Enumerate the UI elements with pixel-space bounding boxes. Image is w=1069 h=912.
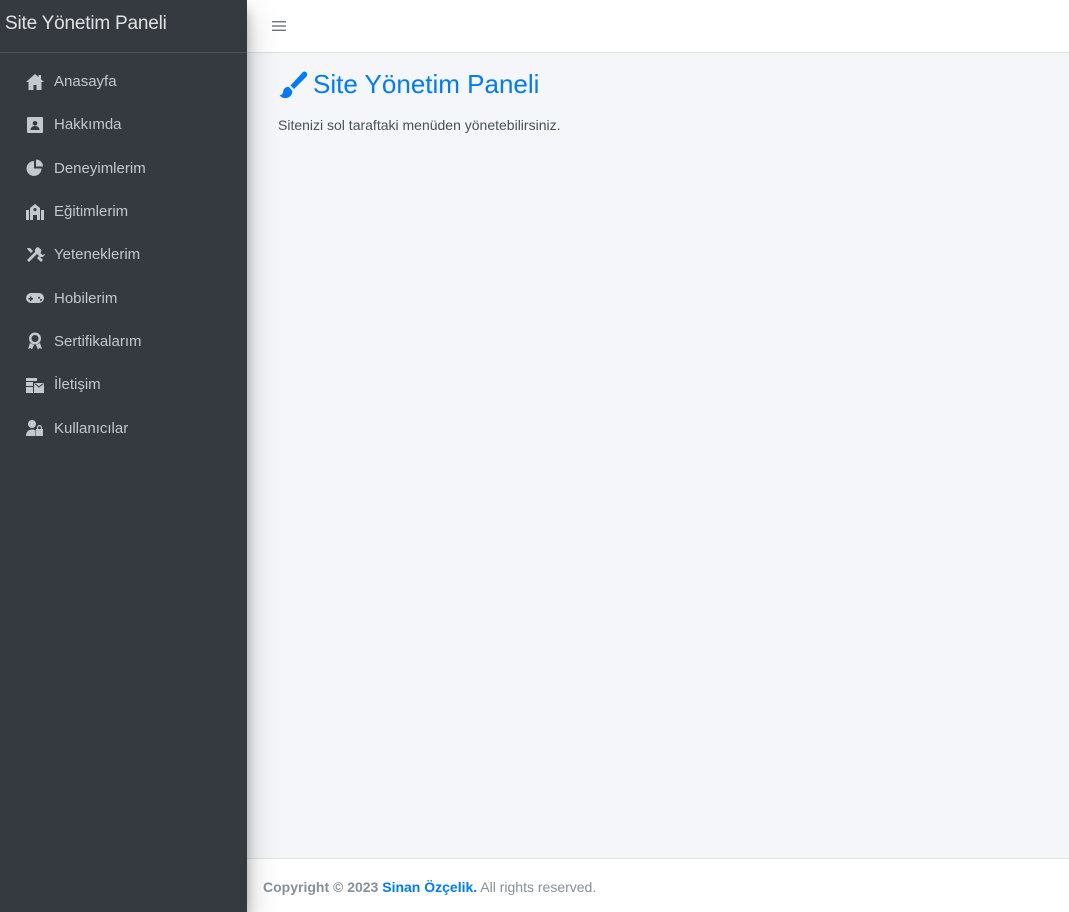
copyright-text: Copyright © 2023 (263, 879, 379, 895)
footer: Copyright © 2023 Sinan Özçelik. All righ… (247, 858, 1069, 912)
home-icon (24, 73, 46, 91)
sidebar-item-kullanicilar[interactable]: Kullanıcılar (0, 406, 247, 449)
mail-bulk-icon (24, 376, 46, 394)
sidebar-item-label: Hakkımda (54, 116, 122, 134)
bars-icon (272, 21, 286, 31)
sidebar-item-label: Sertifikalarım (54, 332, 142, 350)
sidebar-item-label: Kullanıcılar (54, 419, 129, 437)
sidebar-item-label: Anasayfa (54, 73, 117, 91)
rights-text: All rights reserved. (480, 879, 597, 895)
gamepad-icon (24, 289, 46, 307)
tools-icon (24, 246, 46, 264)
sidebar-nav: Anasayfa Hakkımda Deneyimlerim Eğitimler… (0, 53, 247, 450)
sidebar-item-hobilerim[interactable]: Hobilerim (0, 276, 247, 319)
sidebar-item-yeteneklerim[interactable]: Yeteneklerim (0, 233, 247, 276)
page-title: Site Yönetim Paneli (278, 69, 1038, 100)
author-link[interactable]: Sinan Özçelik. (382, 879, 477, 895)
menu-toggle-button[interactable] (267, 14, 291, 38)
sidebar-item-label: Eğitimlerim (54, 203, 129, 221)
paint-brush-icon (278, 70, 308, 100)
sidebar-item-hakkimda[interactable]: Hakkımda (0, 103, 247, 146)
sidebar-item-label: Deneyimlerim (54, 159, 146, 177)
chart-pie-icon (24, 159, 46, 177)
award-icon (24, 332, 46, 350)
sidebar-item-label: Yeteneklerim (54, 246, 141, 264)
sidebar-item-deneyimlerim[interactable]: Deneyimlerim (0, 147, 247, 190)
sidebar-item-label: Hobilerim (54, 289, 118, 307)
school-icon (24, 203, 46, 221)
page-title-text: Site Yönetim Paneli (313, 69, 540, 99)
sidebar: Site Yönetim Paneli Anasayfa Hakkımda De… (0, 0, 247, 912)
sidebar-item-egitimlerim[interactable]: Eğitimlerim (0, 190, 247, 233)
welcome-text: Sitenizi sol taraftaki menüden yönetebil… (278, 117, 561, 133)
user-lock-icon (24, 419, 46, 437)
sidebar-item-label: İletişim (54, 376, 101, 394)
address-card-icon (24, 116, 46, 134)
brand-text[interactable]: Site Yönetim Paneli (0, 0, 247, 53)
sidebar-item-anasayfa[interactable]: Anasayfa (0, 60, 247, 103)
sidebar-item-iletisim[interactable]: İletişim (0, 363, 247, 406)
top-navbar (247, 0, 1069, 53)
main-content: Site Yönetim Paneli Sitenizi sol tarafta… (247, 53, 1069, 858)
sidebar-item-sertifikalarim[interactable]: Sertifikalarım (0, 320, 247, 363)
